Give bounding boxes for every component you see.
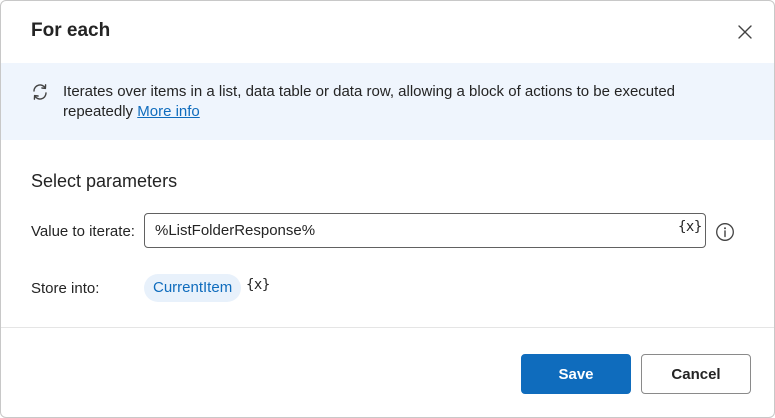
value-to-iterate-input[interactable] xyxy=(144,213,706,248)
variable-chip[interactable]: CurrentItem xyxy=(144,274,242,302)
store-variable-button[interactable]: {x} xyxy=(246,277,270,293)
loop-icon xyxy=(33,84,47,100)
store-into-label: Store into: xyxy=(31,280,100,297)
for-each-dialog: For each Iterates over items in a list, … xyxy=(0,0,775,418)
info-circle-icon[interactable] xyxy=(715,222,735,242)
value-to-iterate-label: Value to iterate: xyxy=(31,223,135,240)
dialog-title: For each xyxy=(31,20,111,41)
more-info-link[interactable]: More info xyxy=(137,103,200,120)
save-button[interactable]: Save xyxy=(521,354,631,394)
info-description: Iterates over items in a list, data tabl… xyxy=(63,82,743,122)
insert-variable-button[interactable]: {x} xyxy=(678,219,702,235)
close-button[interactable] xyxy=(731,18,759,46)
footer-divider xyxy=(1,327,774,328)
info-banner: Iterates over items in a list, data tabl… xyxy=(1,63,774,140)
cancel-button[interactable]: Cancel xyxy=(641,354,751,394)
section-title: Select parameters xyxy=(31,171,178,191)
dialog-titlebar: For each xyxy=(1,1,774,63)
close-icon xyxy=(738,25,752,39)
